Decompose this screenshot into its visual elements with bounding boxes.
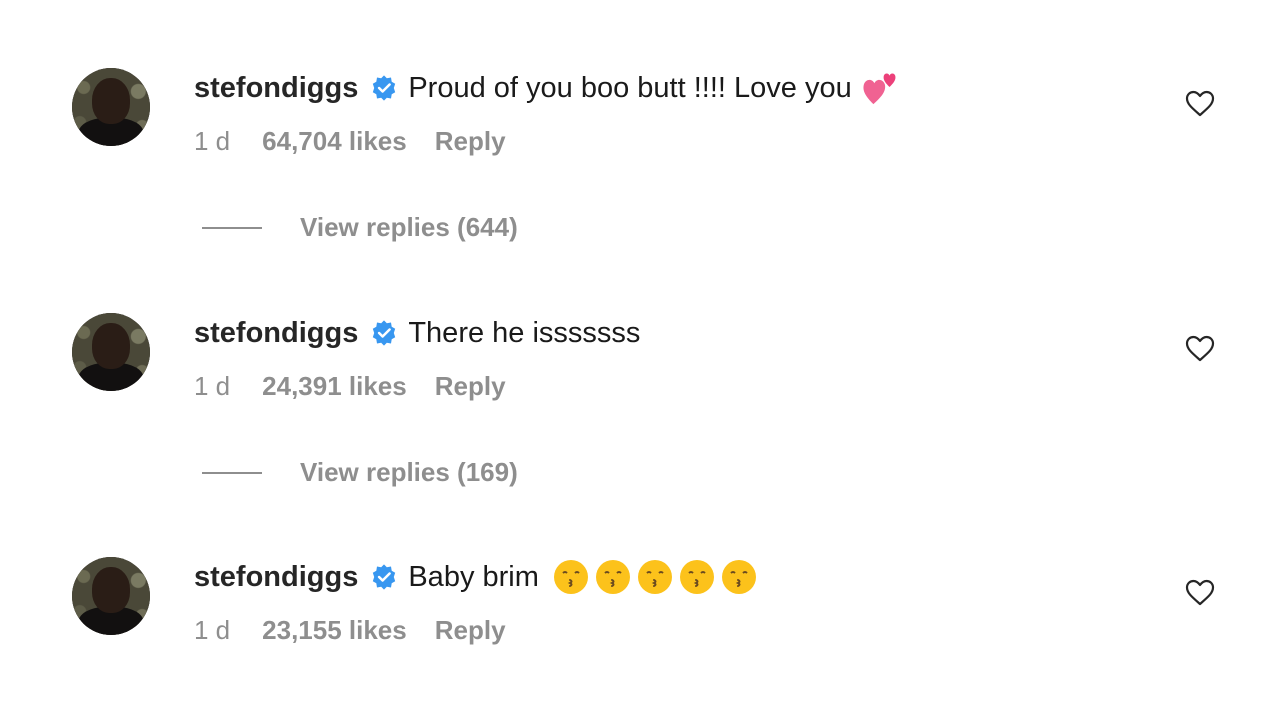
kissing-face-icon	[721, 560, 756, 594]
comment-text: Proud of you boo butt !!!! Love you	[408, 71, 852, 104]
comments-list: stefondiggs Proud of you boo butt !!!! L…	[0, 0, 1280, 720]
reply-button[interactable]: Reply	[435, 126, 506, 157]
verified-badge-icon	[373, 75, 396, 101]
two-hearts-icon	[863, 73, 896, 105]
kissing-face-icon	[637, 560, 672, 594]
kissing-face-icon	[679, 560, 714, 594]
comment-line: stefondiggs Baby brim	[194, 557, 757, 597]
comment-item: stefondiggs Baby brim 1 d 23,155 likes R…	[0, 557, 1280, 697]
username-link[interactable]: stefondiggs	[194, 561, 358, 594]
reply-button[interactable]: Reply	[435, 615, 506, 646]
like-heart-icon[interactable]	[1184, 333, 1216, 365]
comment-item: stefondiggs There he isssssss 1 d 24,391…	[0, 313, 1280, 487]
comment-text: There he isssssss	[408, 316, 641, 349]
verified-badge-icon	[373, 320, 396, 346]
likes-count[interactable]: 24,391 likes	[262, 371, 407, 402]
verified-badge-icon	[373, 564, 396, 590]
username-link[interactable]: stefondiggs	[194, 317, 358, 350]
comment-line: stefondiggs Proud of you boo butt !!!! L…	[194, 68, 900, 108]
comment-meta: 1 d 23,155 likes Reply	[194, 615, 506, 646]
reply-divider-line	[202, 226, 262, 229]
avatar[interactable]	[72, 68, 150, 146]
view-replies-button[interactable]: View replies (644)	[202, 212, 518, 243]
like-heart-icon[interactable]	[1184, 577, 1216, 609]
avatar[interactable]	[72, 557, 150, 635]
avatar[interactable]	[72, 313, 150, 391]
reply-divider-line	[202, 471, 262, 474]
like-heart-icon[interactable]	[1184, 88, 1216, 120]
comment-meta: 1 d 64,704 likes Reply	[194, 126, 506, 157]
view-replies-button[interactable]: View replies (169)	[202, 457, 518, 488]
username-link[interactable]: stefondiggs	[194, 72, 358, 105]
comment-time: 1 d	[194, 615, 231, 645]
reply-button[interactable]: Reply	[435, 371, 506, 402]
kissing-face-icon	[595, 560, 630, 594]
view-replies-label: View replies (644)	[300, 212, 518, 242]
kissing-face-icon	[553, 560, 588, 594]
comment-line: stefondiggs There he isssssss	[194, 313, 640, 353]
likes-count[interactable]: 23,155 likes	[262, 615, 407, 646]
view-replies-label: View replies (169)	[300, 457, 518, 487]
likes-count[interactable]: 64,704 likes	[262, 126, 407, 157]
kissing-emojis	[539, 559, 757, 595]
comment-meta: 1 d 24,391 likes Reply	[194, 371, 506, 402]
comment-time: 1 d	[194, 371, 231, 401]
comment-item: stefondiggs Proud of you boo butt !!!! L…	[0, 68, 1280, 242]
comment-time: 1 d	[194, 126, 231, 156]
comment-text: Baby brim	[408, 560, 539, 593]
